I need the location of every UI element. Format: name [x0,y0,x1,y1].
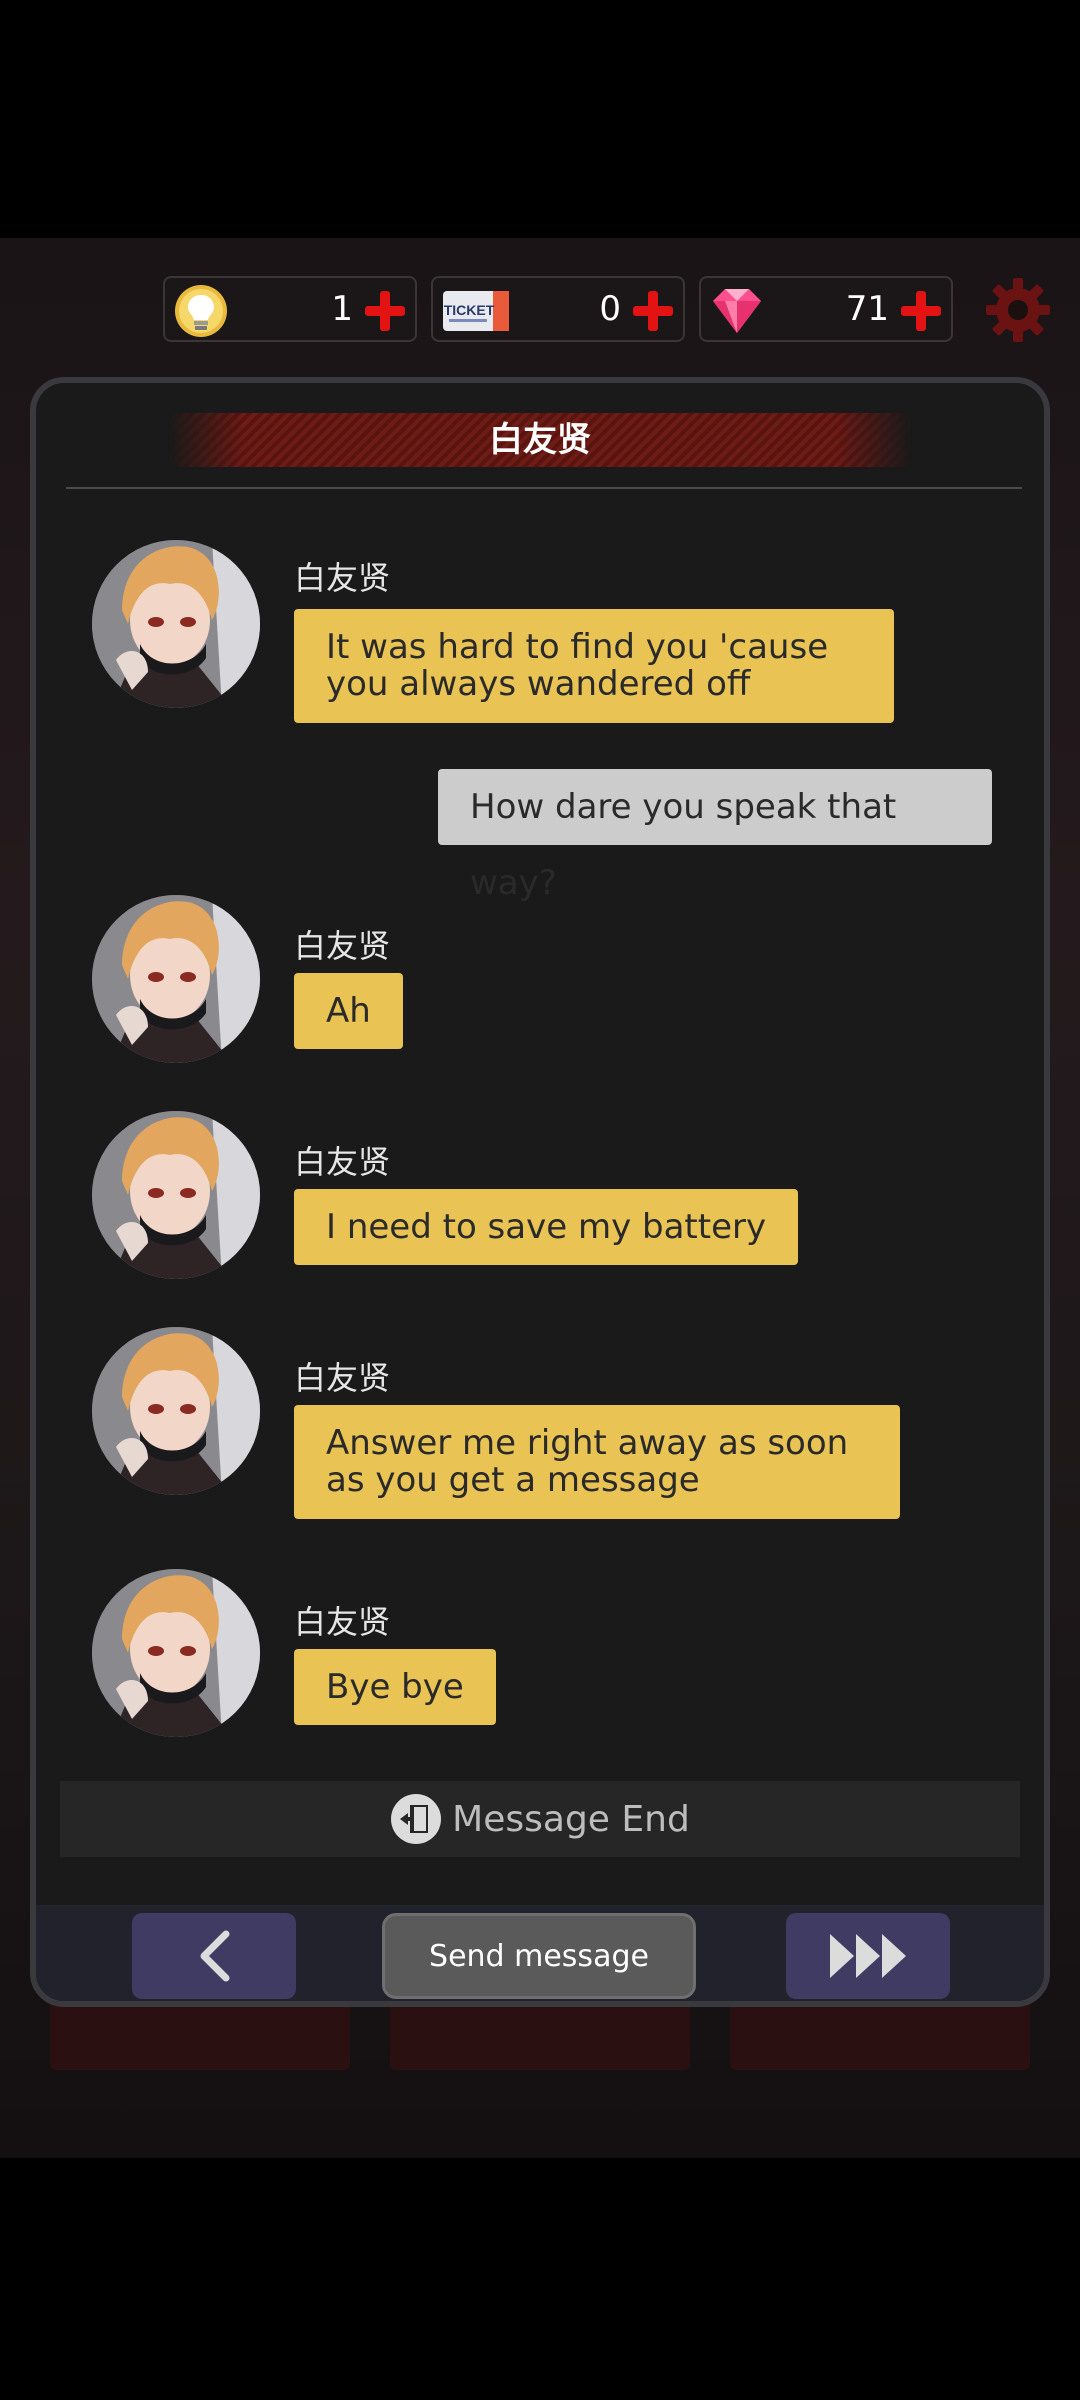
back-button[interactable] [132,1913,296,1999]
add-ticket-button[interactable] [633,291,673,331]
message-bubble: It was hard to find you 'cause you alway… [294,609,894,723]
message-list[interactable]: 白友贤 It was hard to find you 'cause you a… [36,383,1044,1783]
ticket-icon-text: TICKET [444,302,495,318]
message-bubble: Bye bye [294,1649,496,1725]
sender-name: 白友贤 [294,927,391,965]
currency-gem: 71 [699,276,953,342]
lightbulb-icon [175,285,227,337]
avatar[interactable] [92,895,260,1063]
currency-ticket: TICKET 0 [431,276,685,342]
sender-name: 白友贤 [294,1143,391,1181]
currency-bar: 1 TICKET 0 71 [163,276,953,342]
sender-name: 白友贤 [294,1603,391,1641]
message-end-label: Message End [452,1798,690,1840]
avatar[interactable] [92,1569,260,1737]
message-bubble: I need to save my battery [294,1189,799,1265]
hint-count: 1 [331,289,353,329]
chat-panel: 白友贤 白友贤 It was hard to find you 'cause y… [30,377,1050,2007]
avatar-image [92,1569,260,1737]
avatar-image [92,1327,260,1495]
sender-name: 白友贤 [294,1359,391,1397]
ticket-icon: TICKET [443,291,509,331]
message-bubble-outgoing: How dare you speak that way? [438,769,992,903]
message-bubble: Ah [294,973,403,1049]
currency-hint: 1 [163,276,417,342]
send-message-button[interactable]: Send message [382,1913,696,1999]
bottom-bar: Send message [36,1905,1044,2001]
avatar-image [92,1111,260,1279]
avatar[interactable] [92,1327,260,1495]
gem-icon [713,289,761,333]
gem-count: 71 [845,289,889,329]
add-gem-button[interactable] [901,291,941,331]
avatar-image [92,895,260,1063]
skip-button[interactable] [786,1913,950,1999]
screen: 1 TICKET 0 71 白友贤 白友贤 It was hard to fin… [0,0,1080,2400]
chevron-left-icon [200,1930,230,1982]
gear-icon[interactable] [984,276,1052,344]
exit-icon [391,1794,442,1844]
add-hint-button[interactable] [365,291,405,331]
message-end-bar: Message End [60,1781,1020,1857]
sender-name: 白友贤 [294,559,391,597]
avatar-image [92,540,260,708]
fast-forward-icon [830,1934,906,1978]
avatar[interactable] [92,1111,260,1279]
ticket-count: 0 [599,289,621,329]
message-bubble: Answer me right away as soon as you get … [294,1405,900,1519]
avatar[interactable] [92,540,260,708]
